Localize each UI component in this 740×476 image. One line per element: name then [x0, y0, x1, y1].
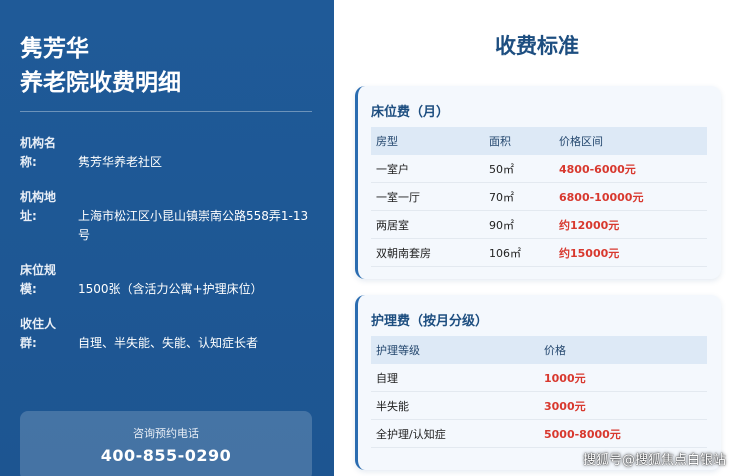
- phone-number[interactable]: 400-855-0290: [20, 446, 312, 465]
- room-area: 70㎡: [489, 190, 514, 204]
- info-panel: 隽芳华 养老院收费明细 机构名 称: 隽芳华养老社区 机构地 址: 上海市松江区…: [0, 0, 334, 476]
- care-level: 自理: [376, 371, 398, 385]
- column-header: 价格区间: [559, 135, 603, 148]
- table-header: 房型 面积 价格区间: [371, 127, 707, 155]
- care-price: 1000元: [544, 371, 586, 385]
- info-label-line: 收住人: [20, 317, 57, 331]
- care-level: 全护理/认知症: [376, 427, 446, 441]
- table-row: 全护理/认知症 5000-8000元: [371, 420, 707, 448]
- info-label-line: 群:: [20, 336, 37, 350]
- info-label: 机构名 称:: [20, 134, 78, 172]
- info-value-line: 上海市松江区小昆山镇崇南公路558弄1-13: [78, 209, 309, 223]
- table-row: 半失能 3000元: [371, 392, 707, 420]
- contact-phone-box[interactable]: 咨询预约电话 400-855-0290: [20, 411, 312, 476]
- room-area: 90㎡: [489, 218, 514, 232]
- info-value-spacer: [78, 261, 312, 280]
- care-fee-title: 护理费（按月分级）: [371, 314, 489, 329]
- info-value-line: 号: [78, 228, 91, 242]
- watermark: 搜狐号@搜狐焦点白银站: [582, 453, 726, 468]
- info-value: 1500张（含活力公寓+护理床位）: [78, 261, 312, 299]
- info-value-line: 自理、半失能、失能、认知症长者: [78, 336, 259, 350]
- info-value-spacer: [78, 315, 312, 334]
- info-label: 床位规 模:: [20, 261, 78, 299]
- info-row-beds: 床位规 模: 1500张（含活力公寓+护理床位）: [20, 261, 312, 299]
- bed-fee-card: 床位费（月） 房型 面积 价格区间 一室户 50㎡ 4800-6000元 一室一…: [355, 86, 721, 279]
- column-header: 面积: [489, 135, 511, 148]
- room-price: 6800-10000元: [559, 190, 644, 204]
- info-value: 自理、半失能、失能、认知症长者: [78, 315, 312, 353]
- info-row-address: 机构地 址: 上海市松江区小昆山镇崇南公路558弄1-13 号: [20, 188, 312, 245]
- info-label-line: 模:: [20, 282, 37, 296]
- room-type: 两居室: [376, 218, 409, 232]
- column-header: 护理等级: [376, 344, 420, 357]
- info-value: 上海市松江区小昆山镇崇南公路558弄1-13 号: [78, 188, 312, 245]
- column-header: 房型: [376, 135, 398, 148]
- info-value-spacer: [78, 188, 312, 207]
- info-row-residents: 收住人 群: 自理、半失能、失能、认知症长者: [20, 315, 312, 353]
- bed-fee-table: 房型 面积 价格区间 一室户 50㎡ 4800-6000元 一室一厅 70㎡ 6…: [371, 127, 707, 267]
- care-level: 半失能: [376, 399, 409, 413]
- title-divider: [20, 111, 312, 112]
- column-header: 价格: [544, 344, 566, 357]
- room-price: 约15000元: [559, 246, 620, 260]
- table-row: 一室一厅 70㎡ 6800-10000元: [371, 183, 707, 211]
- room-type: 一室户: [376, 162, 409, 176]
- info-value-spacer: [78, 134, 312, 153]
- page-title: 收费标准: [495, 34, 579, 58]
- care-price: 3000元: [544, 399, 586, 413]
- room-type: 双朝南套房: [376, 246, 431, 260]
- room-type: 一室一厅: [376, 190, 420, 204]
- panel-title-line1: 隽芳华: [20, 36, 89, 62]
- room-price: 4800-6000元: [559, 162, 636, 176]
- info-label: 收住人 群:: [20, 315, 78, 353]
- room-price: 约12000元: [559, 218, 620, 232]
- info-label: 机构地 址:: [20, 188, 78, 245]
- info-label-line: 床位规: [20, 263, 57, 277]
- bed-fee-title: 床位费（月）: [371, 105, 450, 120]
- table-header: 护理等级 价格: [371, 336, 707, 364]
- room-area: 106㎡: [489, 246, 521, 260]
- table-row: 双朝南套房 106㎡ 约15000元: [371, 239, 707, 267]
- info-row-name: 机构名 称: 隽芳华养老社区: [20, 134, 312, 172]
- care-fee-table: 护理等级 价格 自理 1000元 半失能 3000元 全护理/认知症 5000-…: [371, 336, 707, 448]
- room-area: 50㎡: [489, 162, 514, 176]
- info-label-line: 机构地: [20, 190, 57, 204]
- panel-title-line2: 养老院收费明细: [20, 70, 181, 96]
- info-value: 隽芳华养老社区: [78, 134, 312, 172]
- info-value-line: 1500张（含活力公寓+护理床位）: [78, 282, 263, 296]
- care-price: 5000-8000元: [544, 427, 621, 441]
- table-row: 一室户 50㎡ 4800-6000元: [371, 155, 707, 183]
- phone-caption: 咨询预约电话: [133, 427, 199, 440]
- table-row: 自理 1000元: [371, 364, 707, 392]
- info-label-line: 称:: [20, 155, 37, 169]
- fee-panel: 收费标准 床位费（月） 房型 面积 价格区间 一室户 50㎡ 4800-6000…: [334, 0, 740, 476]
- info-value-line: 隽芳华养老社区: [78, 155, 163, 169]
- info-label-line: 机构名: [20, 136, 57, 150]
- table-row: 两居室 90㎡ 约12000元: [371, 211, 707, 239]
- care-fee-card: 护理费（按月分级） 护理等级 价格 自理 1000元 半失能 3000元 全护理…: [355, 295, 721, 470]
- panel-title: 隽芳华 养老院收费明细: [20, 32, 312, 100]
- info-label-line: 址:: [20, 209, 37, 223]
